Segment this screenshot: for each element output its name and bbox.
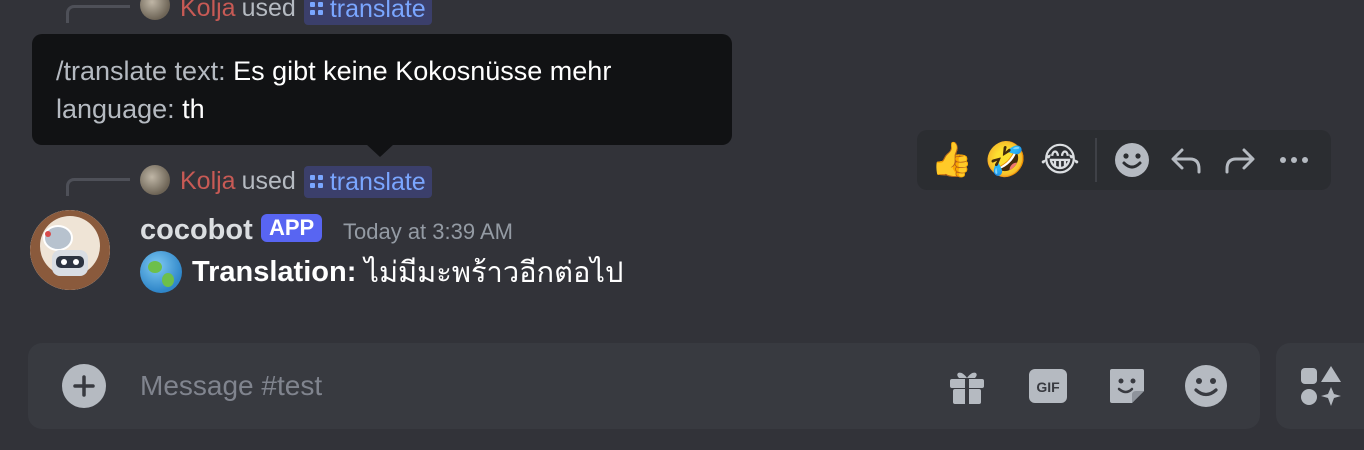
message-input[interactable]: Message #test (140, 369, 322, 403)
gif-icon[interactable]: GIF (1025, 363, 1071, 409)
more-icon[interactable] (1267, 133, 1321, 187)
reply-spine (66, 178, 130, 196)
forward-icon[interactable] (1213, 133, 1267, 187)
command-icon (309, 175, 324, 189)
reply-spine-top (66, 5, 130, 23)
kolja-avatar-top[interactable] (140, 0, 170, 20)
tooltip-line-1: /translate text: Es gibt keine Kokosnüss… (56, 52, 708, 90)
message-timestamp[interactable]: Today at 3:39 AM (343, 218, 513, 246)
apps-icon (1298, 363, 1344, 414)
tooltip-line-2: language: th (56, 90, 708, 128)
sticker-icon[interactable] (1104, 363, 1150, 409)
command-user-top[interactable]: Kolja (180, 0, 236, 22)
reply-icon[interactable] (1159, 133, 1213, 187)
kolja-avatar[interactable] (140, 165, 170, 195)
apps-button[interactable] (1276, 343, 1364, 429)
gift-icon[interactable] (944, 363, 990, 409)
command-icon (309, 2, 324, 16)
cocobot-avatar[interactable] (30, 210, 110, 290)
command-used-top: Kolja used translate (180, 0, 432, 25)
command-chip[interactable]: translate (303, 166, 432, 198)
translation-text: ไม่มีมะพร้าวอีกต่อไป (364, 257, 624, 289)
app-badge: APP (261, 214, 323, 242)
tooltip-key-text: /translate text: (56, 56, 226, 86)
command-name: translate (329, 168, 426, 196)
message-hover-toolbar: 👍 🤣 😂 (917, 130, 1331, 190)
tooltip-arrow (366, 144, 394, 157)
reaction-rofl[interactable]: 🤣 (979, 133, 1033, 187)
command-used-label-top: used (241, 0, 296, 22)
command-tooltip: /translate text: Es gibt keine Kokosnüss… (32, 34, 732, 145)
reaction-thumbs-up[interactable]: 👍 (925, 133, 979, 187)
tooltip-value-language: th (182, 94, 205, 124)
translation-label: Translation: (192, 255, 357, 288)
command-used-line: Kolja used translate (180, 166, 432, 198)
toolbar-divider (1095, 138, 1097, 182)
message-composer[interactable]: Message #test GIF (28, 343, 1260, 429)
emoji-icon[interactable] (1183, 363, 1229, 409)
message-author[interactable]: cocobot (140, 212, 253, 248)
add-icon[interactable] (62, 364, 106, 408)
tooltip-key-language: language: (56, 94, 175, 124)
svg-text:GIF: GIF (1036, 379, 1060, 395)
message-content: Translation: ไม่มีมะพร้าวอีกต่อไป (140, 250, 623, 294)
tooltip-value-text: Es gibt keine Kokosnüsse mehr (233, 56, 612, 86)
globe-icon (140, 251, 182, 293)
command-user[interactable]: Kolja (180, 167, 236, 195)
reaction-joy[interactable]: 😂 (1033, 133, 1087, 187)
add-reaction-icon[interactable] (1105, 133, 1159, 187)
command-used-label: used (241, 167, 296, 195)
command-name-top: translate (329, 0, 426, 23)
command-chip-top[interactable]: translate (303, 0, 432, 25)
